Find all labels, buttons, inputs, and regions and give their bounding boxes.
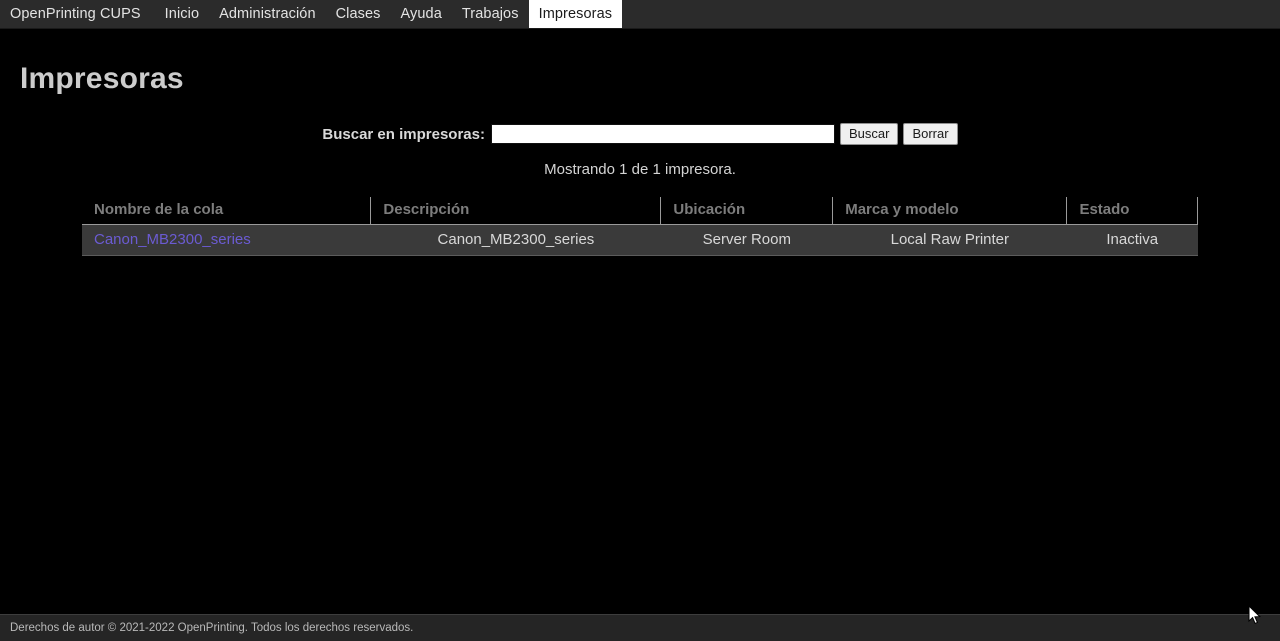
column-header-queue-name[interactable]: Nombre de la cola	[82, 197, 371, 226]
search-label: Buscar en impresoras:	[322, 125, 485, 143]
column-header-location[interactable]: Ubicación	[660, 197, 833, 226]
printer-link-canon-mb2300-series[interactable]: Canon_MB2300_series	[94, 231, 251, 248]
cell-location: Server Room	[660, 224, 833, 257]
copyright-text: Derechos de autor © 2021-2022 OpenPrinti…	[10, 622, 414, 634]
search-clear-button[interactable]: Borrar	[903, 123, 958, 146]
page-title: Impresoras	[20, 62, 184, 95]
main-content: Impresoras Buscar en impresoras: Buscar …	[0, 62, 1280, 257]
search-input[interactable]	[490, 124, 835, 145]
cell-description: Canon_MB2300_series	[370, 224, 661, 257]
nav-brand-openprinting-cups[interactable]: OpenPrinting CUPS	[0, 0, 155, 28]
printers-table-container: Nombre de la cola Descripción Ubicación …	[20, 197, 1260, 257]
table-row: Canon_MB2300_series Canon_MB2300_series …	[82, 224, 1198, 257]
printer-search-form: Buscar en impresoras: Buscar Borrar	[20, 123, 1260, 146]
nav-item-trabajos[interactable]: Trabajos	[452, 0, 529, 28]
page-footer: Derechos de autor © 2021-2022 OpenPrinti…	[0, 614, 1280, 641]
printers-table: Nombre de la cola Descripción Ubicación …	[82, 197, 1198, 257]
nav-item-impresoras[interactable]: Impresoras	[528, 0, 623, 28]
nav-item-inicio[interactable]: Inicio	[155, 0, 209, 28]
column-header-description[interactable]: Descripción	[370, 197, 661, 226]
cell-status: Inactiva	[1066, 224, 1198, 257]
search-submit-button[interactable]: Buscar	[839, 123, 899, 146]
column-header-status[interactable]: Estado	[1066, 197, 1198, 226]
top-navbar: OpenPrinting CUPS Inicio Administración …	[0, 0, 1280, 29]
nav-item-clases[interactable]: Clases	[326, 0, 391, 28]
cell-make-and-model: Local Raw Printer	[832, 224, 1067, 257]
cell-queue-name: Canon_MB2300_series	[82, 224, 371, 257]
table-header-row: Nombre de la cola Descripción Ubicación …	[82, 197, 1198, 226]
column-header-make-and-model[interactable]: Marca y modelo	[832, 197, 1067, 226]
result-count-text: Mostrando 1 de 1 impresora.	[544, 161, 736, 179]
nav-item-administracion[interactable]: Administración	[209, 0, 326, 28]
nav-item-ayuda[interactable]: Ayuda	[391, 0, 452, 28]
